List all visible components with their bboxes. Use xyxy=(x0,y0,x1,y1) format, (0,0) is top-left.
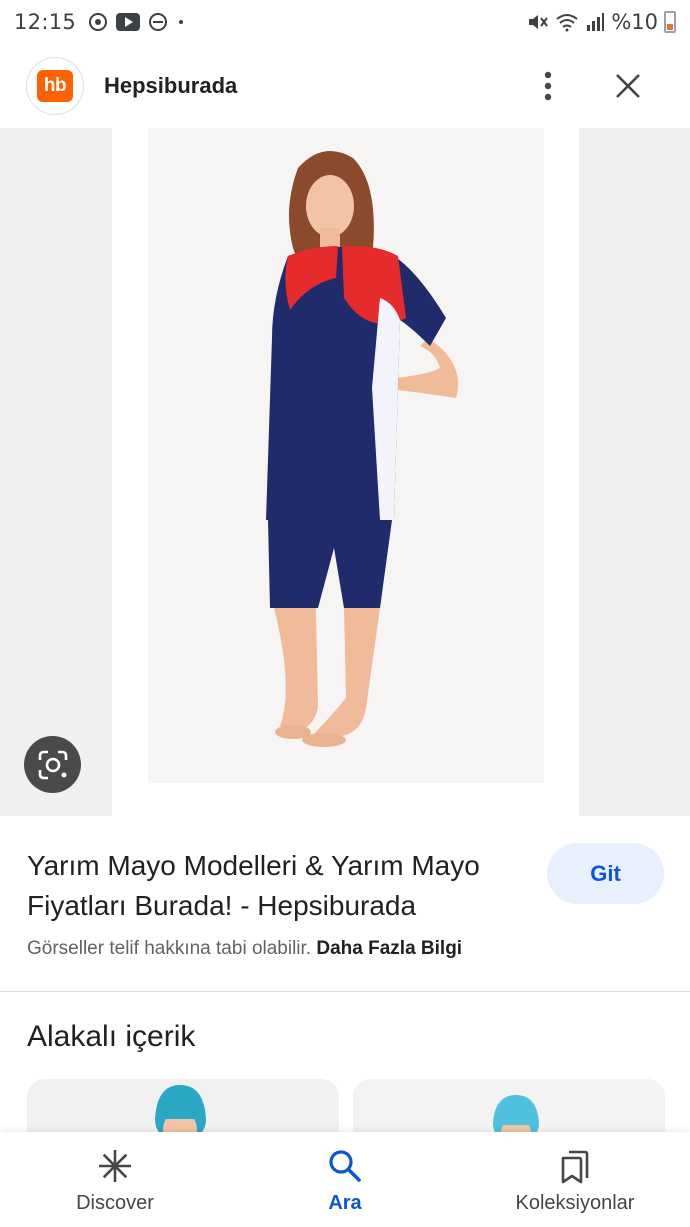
close-icon xyxy=(616,74,640,98)
previous-image-preview[interactable] xyxy=(0,128,112,816)
collections-icon xyxy=(561,1150,589,1184)
dot-icon xyxy=(179,20,184,24)
dnd-icon xyxy=(149,13,168,31)
nav-collections-label: Koleksiyonlar xyxy=(515,1192,635,1214)
related-content-title: Alakalı içerik xyxy=(27,1020,196,1053)
result-title[interactable]: Yarım Mayo Modelleri & Yarım Mayo Fiyatl… xyxy=(27,846,527,926)
site-logo[interactable]: hb xyxy=(26,57,84,115)
image-viewer[interactable] xyxy=(0,128,690,816)
visit-button[interactable]: Git xyxy=(547,843,664,904)
hb-logo: hb xyxy=(37,70,73,102)
google-lens-button[interactable] xyxy=(24,736,81,793)
copyright-text: Görseller telif hakkına tabi olabilir. xyxy=(27,938,312,959)
nav-search[interactable]: Ara xyxy=(230,1132,460,1227)
nav-discover[interactable]: Discover xyxy=(0,1132,230,1227)
result-info: Yarım Mayo Modelleri & Yarım Mayo Fiyatl… xyxy=(0,816,690,992)
learn-more-link[interactable]: Daha Fazla Bilgi xyxy=(316,938,462,959)
wifi-icon xyxy=(556,14,578,32)
close-button[interactable] xyxy=(604,62,652,110)
bottom-navigation: Discover Ara Koleksiyonlar xyxy=(0,1132,690,1227)
swimsuit-model-illustration xyxy=(148,128,544,783)
header: hb Hepsiburada xyxy=(0,44,690,128)
nav-search-label: Ara xyxy=(328,1192,362,1214)
asterisk-icon xyxy=(99,1150,131,1182)
next-image-preview[interactable] xyxy=(579,128,690,816)
search-icon xyxy=(329,1150,361,1182)
site-name[interactable]: Hepsiburada xyxy=(104,73,237,99)
nav-collections[interactable]: Koleksiyonlar xyxy=(460,1132,690,1227)
status-bar: 12:15 %10 xyxy=(0,0,690,44)
nav-discover-label: Discover xyxy=(76,1192,154,1214)
battery-percent: %10 xyxy=(611,10,658,34)
more-options-button[interactable] xyxy=(530,64,566,108)
mute-icon xyxy=(529,15,549,29)
battery-icon xyxy=(664,11,676,33)
youtube-icon xyxy=(116,13,141,31)
lens-icon xyxy=(38,750,67,779)
product-image[interactable] xyxy=(148,128,544,783)
copyright-notice: Görseller telif hakkına tabi olabilir. D… xyxy=(27,938,462,960)
status-time: 12:15 xyxy=(14,10,77,34)
sync-icon xyxy=(89,13,108,31)
more-vert-icon xyxy=(544,71,552,101)
signal-icon xyxy=(587,13,605,31)
